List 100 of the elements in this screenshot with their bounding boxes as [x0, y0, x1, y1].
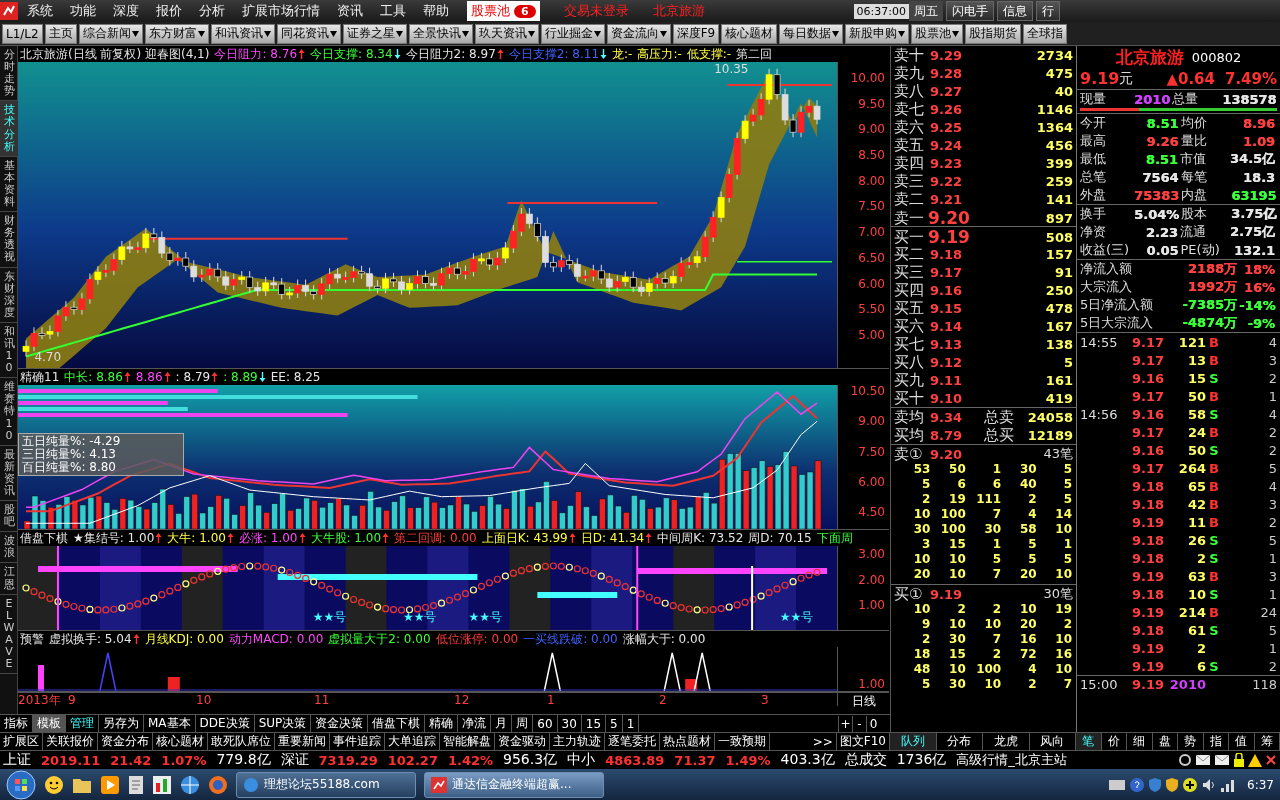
stock-pool-label[interactable]: 股票池: [471, 2, 510, 20]
level-label: 卖三: [894, 172, 925, 190]
server-name: 高级行情_北京主站: [956, 751, 1067, 769]
price-text: 9.11: [929, 372, 964, 388]
indicator-value: : 8.79: [175, 370, 211, 384]
menu-item[interactable]: 功能: [61, 2, 104, 20]
lock-icon: [1233, 753, 1245, 767]
tick-volume: 65: [1186, 478, 1206, 494]
tick-volume: 42: [1186, 496, 1206, 512]
menu-item[interactable]: 报价: [147, 2, 190, 20]
chart-app-icon: [431, 776, 447, 793]
menu-button[interactable]: 信息: [997, 1, 1033, 21]
menu-button[interactable]: 闪电手: [946, 1, 994, 21]
price-label: 4.70: [34, 350, 62, 364]
toolbar-button[interactable]: 全景快讯: [408, 23, 473, 44]
volume-text: 5: [1062, 354, 1073, 370]
toolbar-button[interactable]: 每日数据: [779, 23, 844, 44]
extension-tab[interactable]: 敢死队席位: [208, 733, 275, 750]
toolbar-button[interactable]: 全球指: [1023, 23, 1068, 44]
menu-item[interactable]: 深度: [104, 2, 147, 20]
toolbar-button[interactable]: 行业掘金: [540, 23, 605, 44]
tick-count: 4: [1267, 334, 1277, 350]
volume-text: 91: [1053, 264, 1073, 280]
toolbar-button[interactable]: 玖天资讯: [474, 23, 539, 44]
toolbar-button[interactable]: 深度F9: [672, 23, 720, 44]
toolbar-button[interactable]: 同花资讯: [276, 23, 341, 44]
indicator-value: 今日阻力: 8.76: [214, 47, 298, 61]
toolbar-button[interactable]: 新股申购: [845, 23, 910, 44]
indicator-value: 高压力:-: [637, 47, 682, 61]
extension-tab[interactable]: 关联报价: [43, 733, 98, 750]
extension-tab[interactable]: 一致预期: [715, 733, 770, 750]
stat-label: 总量: [1172, 91, 1200, 107]
toolbar-button[interactable]: 主页: [44, 23, 77, 44]
taskbar-button[interactable]: 理想论坛55188.com: [236, 771, 416, 798]
toolbar-button[interactable]: 综合新闻: [78, 23, 143, 44]
toolbar-button[interactable]: L1/L2: [2, 23, 43, 44]
tick-count: 2: [1267, 514, 1277, 530]
indicator-value: 低支撑:-: [686, 47, 732, 61]
extension-tab[interactable]: 事件追踪: [330, 733, 385, 750]
menu-item[interactable]: 工具: [371, 2, 414, 20]
extension-tab[interactable]: 核心题材: [153, 733, 208, 750]
smiley-icon: [44, 774, 64, 795]
price-text: 9.19: [929, 586, 964, 602]
side-tab[interactable]: 技术分析: [0, 101, 18, 157]
extension-tab[interactable]: 资金驱动: [495, 733, 550, 750]
axis-tick-label: 7.50: [857, 200, 886, 214]
zoom-button[interactable]: +: [838, 715, 852, 732]
extension-tab[interactable]: 主力轨迹: [550, 733, 605, 750]
stat-label: 换手: [1080, 206, 1107, 222]
template-tab[interactable]: 模板: [33, 715, 66, 732]
axis-tick-label: 1: [547, 693, 555, 707]
extension-tab[interactable]: 热点题材: [660, 733, 715, 750]
indicator-value: EE: 8.25: [270, 370, 321, 384]
extension-tab[interactable]: 资金分布: [98, 733, 153, 750]
menu-item[interactable]: 扩展市场行情: [233, 2, 328, 20]
taskbar-button[interactable]: 通达信金融终端超赢...: [424, 771, 604, 798]
queue-cell-text: 5: [1062, 477, 1072, 492]
toolbar-button[interactable]: 资金流向: [606, 23, 671, 44]
book-tab[interactable]: 队列: [890, 733, 937, 750]
period-label: 日线: [837, 693, 889, 706]
zoom-button[interactable]: 0: [866, 715, 880, 732]
toolbar-button[interactable]: 核心题材: [721, 23, 778, 44]
menu-item[interactable]: 系统: [18, 2, 61, 20]
menu-button[interactable]: 行: [1036, 1, 1060, 21]
extension-tab[interactable]: 扩展区: [0, 733, 43, 750]
level-label: 卖十: [894, 46, 925, 64]
menu-item[interactable]: 资讯: [328, 2, 371, 20]
caret-icon: [131, 30, 139, 37]
toolbar-button[interactable]: 股票池: [911, 23, 964, 44]
stat-label: 今开: [1080, 115, 1107, 131]
caret-icon: [461, 30, 469, 37]
queue-cell-text: 4: [1027, 507, 1037, 522]
extension-tab[interactable]: 逐笔委托: [605, 733, 660, 750]
extension-tab[interactable]: 重要新闻: [275, 733, 330, 750]
price-text: 9.28: [929, 65, 964, 81]
price-text: 9.15: [929, 300, 964, 316]
menu-item[interactable]: 帮助: [414, 2, 457, 20]
quote-tab[interactable]: 笔: [1076, 733, 1102, 750]
toolbar-button[interactable]: 东方财富: [144, 23, 209, 44]
toolbar-button[interactable]: 和讯资讯: [210, 23, 275, 44]
tick-count: 118: [1251, 677, 1277, 692]
extension-tab[interactable]: 大单追踪: [385, 733, 440, 750]
menu-item[interactable]: 分析: [190, 2, 233, 20]
volume-text: 12189: [1026, 427, 1073, 443]
caret-icon: [593, 30, 601, 37]
queue-cell-text: 111: [975, 492, 1002, 507]
tick-price: 9.19: [1130, 568, 1164, 584]
axis-tick-label: 9.00: [857, 415, 886, 429]
tick-price: 9.18: [1130, 478, 1164, 494]
queue-cell-text: 5: [1027, 537, 1037, 552]
stat-label: 最高: [1080, 133, 1107, 149]
index-amount: 403.3亿: [780, 751, 835, 769]
volume-text: 161: [1044, 372, 1073, 388]
toolbar-button[interactable]: 股指期货: [965, 23, 1022, 44]
taskbar-clock: 6:37: [1247, 777, 1274, 792]
queue-cell-text: 10: [1054, 567, 1072, 582]
toolbar-button[interactable]: 证券之星: [342, 23, 407, 44]
extension-tab[interactable]: 智能解盘: [440, 733, 495, 750]
tick-count: 1: [1267, 550, 1277, 566]
level-label: 卖九: [894, 64, 925, 82]
